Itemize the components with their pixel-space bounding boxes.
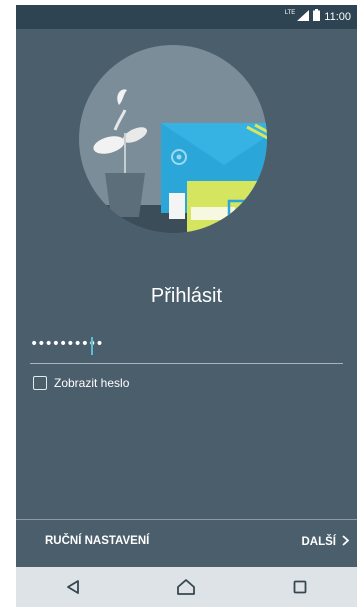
recents-icon[interactable] [288,575,312,599]
checkbox-icon[interactable] [33,376,47,390]
show-password-label: Zobrazit heslo [54,376,130,390]
next-button[interactable]: DALŠÍ [302,535,350,549]
page-title: Přihlásit [150,285,223,307]
chevron-right-icon [342,535,350,549]
home-icon[interactable] [174,575,198,599]
manual-setup-label: RUČNÍ NASTAVENÍ [45,535,150,547]
network-type: LTE [284,9,296,16]
password-input[interactable] [30,329,343,359]
email-illustration [79,45,267,233]
password-field[interactable] [30,329,343,364]
screen: LTE 11:00 Přihlásit •••••••••• Zobrazit … [16,5,357,607]
text-cursor [91,337,93,355]
status-bar: LTE 11:00 [16,5,357,29]
manual-setup-button[interactable]: RUČNÍ NASTAVENÍ [45,535,149,547]
status-icons: LTE 11:00 [285,9,351,24]
navigation-bar [16,567,357,607]
clock: 11:00 [324,10,351,23]
divider [16,519,357,520]
back-icon[interactable] [61,575,85,599]
next-label: DALŠÍ [301,536,337,548]
battery-icon [313,9,321,24]
signal-icon [297,9,310,24]
show-password-option[interactable]: Zobrazit heslo [33,376,129,390]
